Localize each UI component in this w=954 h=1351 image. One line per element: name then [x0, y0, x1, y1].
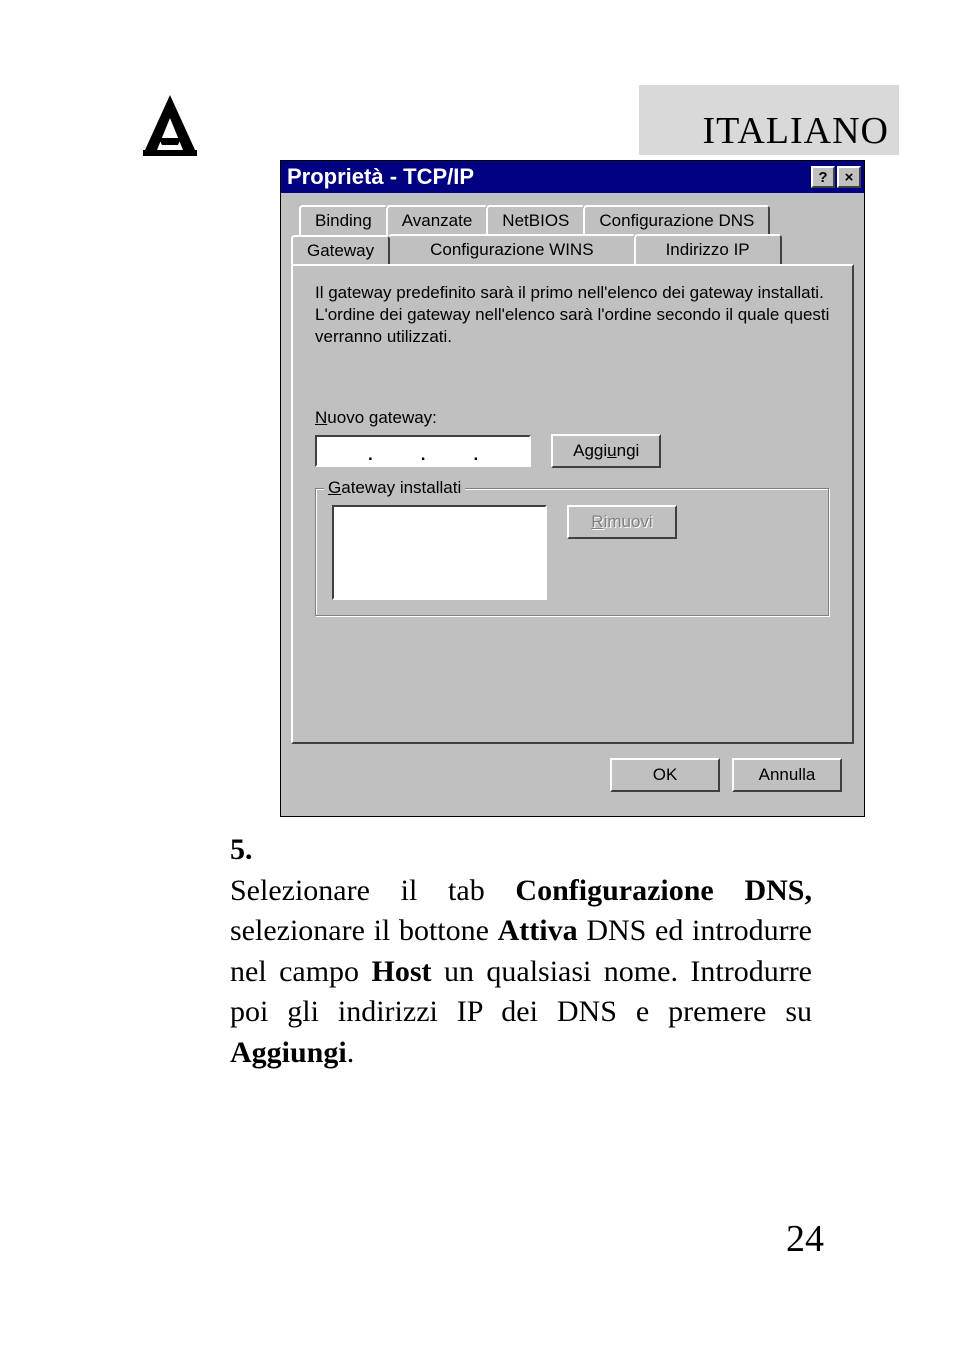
- tab-row-back: Binding Avanzate NetBIOS Configurazione …: [299, 205, 854, 235]
- nuovo-gateway-rest: uovo gateway:: [327, 408, 437, 427]
- ip-segment-3[interactable]: [425, 438, 473, 464]
- tab-netbios[interactable]: NetBIOS: [486, 205, 585, 235]
- titlebar: Proprietà - TCP/IP ? ×: [281, 161, 864, 193]
- ip-dot: .: [473, 445, 478, 465]
- logo-icon: [135, 90, 205, 160]
- nuovo-gateway-accel: N: [315, 408, 327, 427]
- dialog-footer: OK Annulla: [291, 744, 854, 806]
- tab-configurazione-wins[interactable]: Configurazione WINS: [388, 234, 635, 266]
- ip-segment-2[interactable]: [373, 438, 421, 464]
- aggiungi-button[interactable]: Aggiungi: [551, 434, 661, 468]
- ip-input-group: . . .: [315, 435, 531, 467]
- rimuovi-button[interactable]: Rimuovi: [567, 505, 677, 539]
- tab-row-front: Gateway Configurazione WINS Indirizzo IP: [291, 234, 854, 266]
- tabs: Binding Avanzate NetBIOS Configurazione …: [291, 205, 854, 266]
- dialog-body: Binding Avanzate NetBIOS Configurazione …: [281, 193, 864, 816]
- ip-segment-1[interactable]: [320, 438, 368, 464]
- gateway-installati-label: Gateway installati: [324, 478, 465, 498]
- nuovo-gateway-row: . . . Aggiungi: [315, 434, 830, 468]
- nuovo-gateway-label: Nuovo gateway:: [315, 408, 830, 428]
- tcpip-properties-dialog: Proprietà - TCP/IP ? × Binding Avanzate …: [280, 160, 865, 817]
- ip-segment-4[interactable]: [478, 438, 526, 464]
- ip-dot: .: [368, 445, 373, 465]
- help-button[interactable]: ?: [811, 166, 835, 188]
- gateway-listbox[interactable]: [332, 505, 547, 600]
- gateway-installati-group: Gateway installati Rimuovi: [315, 488, 830, 617]
- instruction-body: Selezionare il tab Configurazione DNS, s…: [230, 871, 812, 1074]
- gateway-description: Il gateway predefinito sarà il primo nel…: [315, 282, 830, 348]
- tab-avanzate[interactable]: Avanzate: [386, 205, 489, 235]
- annulla-button[interactable]: Annulla: [732, 758, 842, 792]
- close-button[interactable]: ×: [837, 166, 861, 188]
- language-label: ITALIANO: [703, 109, 889, 153]
- gateway-installati-row: Rimuovi: [332, 505, 813, 600]
- tab-indirizzo-ip[interactable]: Indirizzo IP: [634, 234, 782, 266]
- ip-dot: .: [421, 445, 426, 465]
- ok-button[interactable]: OK: [610, 758, 720, 792]
- language-header: ITALIANO: [639, 85, 899, 155]
- tab-configurazione-dns[interactable]: Configurazione DNS: [583, 205, 770, 235]
- page-number: 24: [786, 1217, 824, 1261]
- dialog-title: Proprietà - TCP/IP: [287, 164, 474, 190]
- tab-content-gateway: Il gateway predefinito sarà il primo nel…: [291, 264, 854, 744]
- tab-binding[interactable]: Binding: [299, 205, 388, 235]
- instruction-number: 5.: [230, 830, 278, 871]
- tab-gateway[interactable]: Gateway: [291, 235, 390, 267]
- instruction-step-5: 5. Selezionare il tab Configurazione DNS…: [230, 830, 864, 1073]
- titlebar-buttons: ? ×: [811, 166, 861, 188]
